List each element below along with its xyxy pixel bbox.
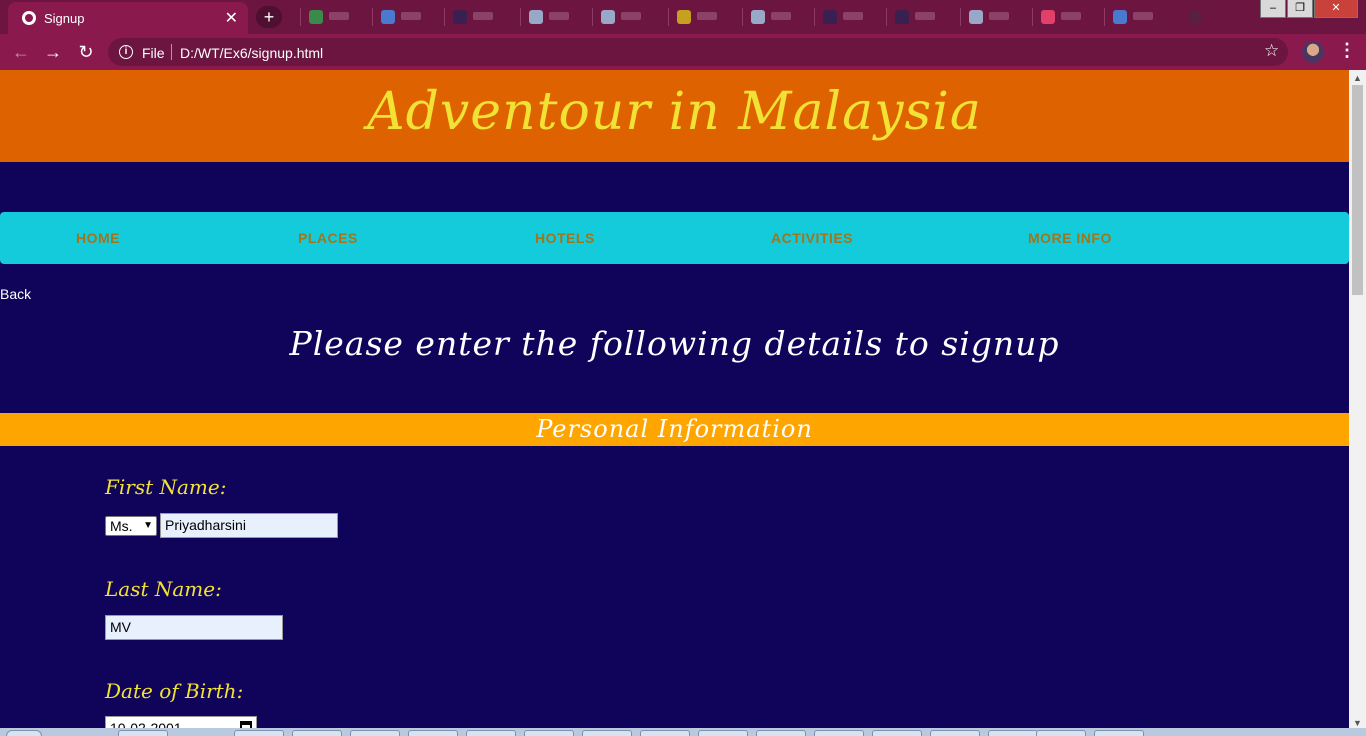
browser-tab-bar: Signup ✕ + – ❐ ✕ — [0, 0, 1366, 34]
taskbar-item[interactable] — [698, 730, 748, 736]
new-tab-button[interactable]: + — [256, 6, 282, 28]
tab-signup[interactable]: Signup ✕ — [8, 2, 248, 34]
file-label: File — [142, 45, 165, 61]
maximize-button[interactable]: ❐ — [1287, 0, 1313, 18]
section-header: Personal Information — [0, 413, 1349, 446]
background-tab[interactable] — [300, 8, 360, 26]
taskbar-item[interactable] — [466, 730, 516, 736]
background-tab[interactable] — [814, 8, 884, 26]
site-title: Adventour in Malaysia — [367, 82, 982, 142]
back-icon[interactable]: ← — [10, 41, 32, 63]
main-nav: HOME PLACES HOTELS ACTIVITIES MORE INFO — [0, 212, 1349, 264]
tab-title: Signup — [44, 11, 85, 26]
taskbar-item[interactable] — [640, 730, 690, 736]
background-tab[interactable] — [520, 8, 586, 26]
background-tab[interactable] — [1180, 8, 1210, 26]
nav-places[interactable]: PLACES — [298, 230, 358, 246]
taskbar-item[interactable] — [1094, 730, 1144, 736]
kebab-menu-icon[interactable]: ⋮ — [1338, 40, 1356, 61]
taskbar-item[interactable] — [582, 730, 632, 736]
background-tab[interactable] — [1032, 8, 1102, 26]
address-bar[interactable]: i File D:/WT/Ex6/signup.html — [108, 38, 1288, 66]
scroll-thumb[interactable] — [1352, 85, 1363, 295]
chevron-down-icon: ▼ — [143, 520, 153, 531]
first-name-label: First Name: — [105, 475, 227, 499]
start-button[interactable] — [6, 730, 42, 736]
taskbar-item[interactable] — [118, 730, 168, 736]
page-heading: Please enter the following details to si… — [289, 324, 1060, 363]
taskbar-item[interactable] — [756, 730, 806, 736]
nav-activities[interactable]: ACTIVITIES — [771, 230, 853, 246]
divider — [171, 44, 172, 60]
background-tab[interactable] — [372, 8, 432, 26]
os-taskbar — [0, 728, 1366, 736]
back-link[interactable]: Back — [0, 286, 31, 302]
tab-close-icon[interactable]: ✕ — [225, 8, 238, 28]
last-name-label: Last Name: — [105, 577, 222, 601]
url-text[interactable]: D:/WT/Ex6/signup.html — [180, 45, 323, 61]
nav-home[interactable]: HOME — [76, 230, 120, 246]
background-tab[interactable] — [1104, 8, 1174, 26]
background-tab[interactable] — [592, 8, 662, 26]
taskbar-item[interactable] — [350, 730, 400, 736]
section-title: Personal Information — [536, 415, 813, 443]
taskbar-item[interactable] — [988, 730, 1038, 736]
vertical-scrollbar[interactable]: ▲ ▼ — [1349, 70, 1366, 736]
dob-label: Date of Birth: — [105, 679, 244, 703]
background-tab[interactable] — [742, 8, 812, 26]
page-viewport: Adventour in Malaysia HOME PLACES HOTELS… — [0, 70, 1349, 736]
background-tab[interactable] — [668, 8, 738, 26]
info-icon[interactable]: i — [119, 45, 133, 59]
last-name-input[interactable]: MV — [105, 615, 283, 640]
background-tab[interactable] — [444, 8, 514, 26]
nav-more-info[interactable]: MORE INFO — [1028, 230, 1112, 246]
site-header: Adventour in Malaysia — [0, 70, 1349, 162]
salutation-value: Ms. — [110, 518, 133, 534]
window-close-button[interactable]: ✕ — [1314, 0, 1358, 18]
background-tab[interactable] — [886, 8, 956, 26]
taskbar-item[interactable] — [930, 730, 980, 736]
forward-icon[interactable]: → — [42, 41, 64, 63]
bookmark-star-icon[interactable]: ☆ — [1264, 41, 1279, 61]
taskbar-item[interactable] — [524, 730, 574, 736]
taskbar-item[interactable] — [872, 730, 922, 736]
taskbar-item[interactable] — [814, 730, 864, 736]
globe-icon — [22, 11, 36, 25]
salutation-select[interactable]: Ms. ▼ — [105, 516, 157, 536]
reload-icon[interactable]: ↻ — [75, 41, 97, 63]
scroll-down-icon[interactable]: ▼ — [1353, 718, 1362, 728]
taskbar-item[interactable] — [408, 730, 458, 736]
profile-avatar[interactable] — [1302, 41, 1324, 63]
nav-hotels[interactable]: HOTELS — [535, 230, 595, 246]
taskbar-item[interactable] — [1036, 730, 1086, 736]
taskbar-item[interactable] — [292, 730, 342, 736]
scroll-up-icon[interactable]: ▲ — [1353, 73, 1362, 83]
taskbar-item[interactable] — [234, 730, 284, 736]
first-name-input[interactable]: Priyadharsini — [160, 513, 338, 538]
minimize-button[interactable]: – — [1260, 0, 1286, 18]
browser-toolbar: ← → ↻ i File D:/WT/Ex6/signup.html — [0, 34, 1366, 70]
background-tab[interactable] — [960, 8, 1030, 26]
